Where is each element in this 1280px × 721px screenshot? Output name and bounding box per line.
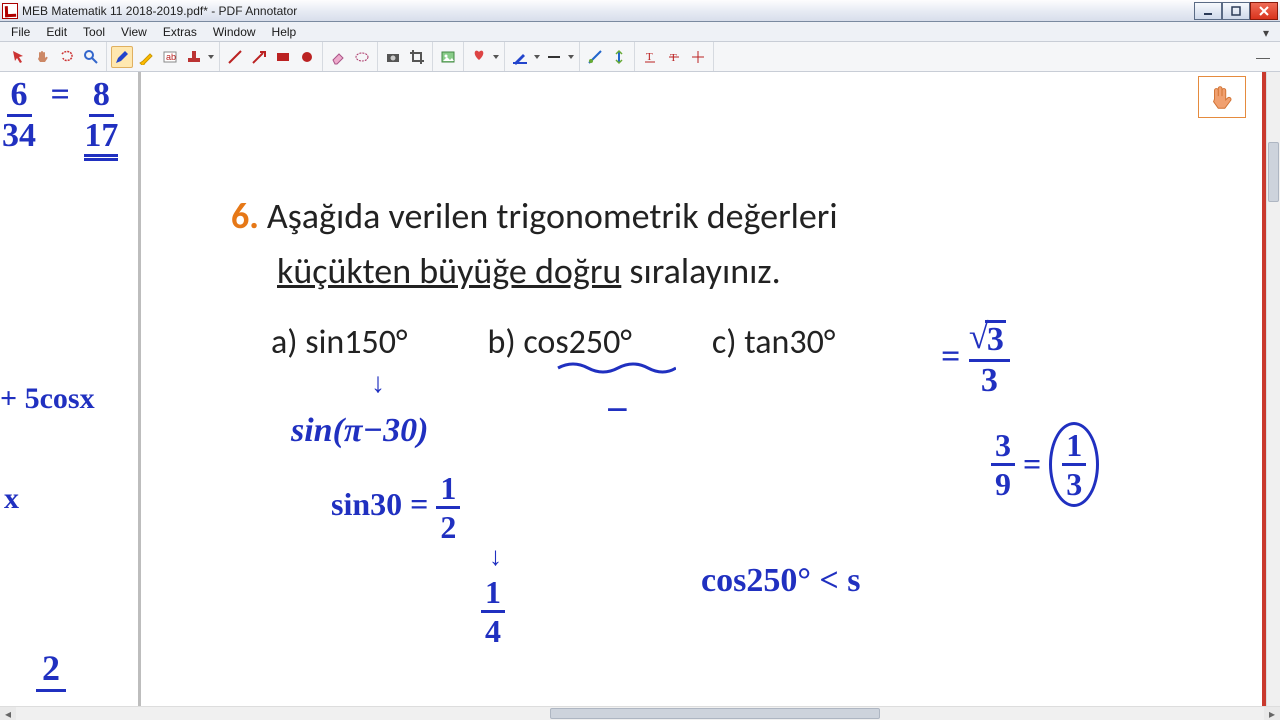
document-page[interactable]: 6.Aşağıda verilen trigonometrik değerler… (141, 72, 1264, 706)
eraser-tool-icon[interactable] (327, 46, 349, 68)
svg-text:T: T (646, 51, 653, 63)
title-bar: MEB Matematik 11 2018-2019.pdf* - PDF An… (0, 0, 1280, 22)
window-title: MEB Matematik 11 2018-2019.pdf* - PDF An… (22, 4, 1194, 18)
hw-text: + 5cosx (0, 382, 95, 416)
horizontal-scrollbar[interactable]: ◂ ▸ (0, 706, 1280, 720)
window-buttons (1194, 2, 1278, 20)
menu-help[interactable]: Help (265, 23, 304, 41)
insert-image-icon[interactable] (437, 46, 459, 68)
text-strike-icon[interactable]: T (663, 46, 685, 68)
problem-options: a) sin150° b) cos250° c) tan30° (271, 322, 1151, 363)
menu-file[interactable]: File (4, 23, 37, 41)
hw-text: − (606, 386, 629, 433)
hw-text: = (51, 76, 70, 113)
pen-color-dropdown-icon[interactable] (533, 55, 541, 59)
option-a: a) sin150° (271, 322, 407, 363)
hw-text: 3 (981, 362, 998, 398)
line-width-dropdown-icon[interactable] (567, 55, 575, 59)
horizontal-scroll-thumb[interactable] (550, 708, 880, 719)
line-tool-icon[interactable] (224, 46, 246, 68)
menu-window[interactable]: Window (206, 23, 263, 41)
hw-text: 2 (440, 509, 456, 543)
highlighter-tool-icon[interactable] (135, 46, 157, 68)
hw-arrow-icon: ↓ (371, 368, 385, 400)
stamp-tool-icon[interactable] (183, 46, 205, 68)
hw-text: 8 (89, 78, 114, 117)
option-b: b) cos250° (487, 322, 631, 363)
stamp-dropdown-icon[interactable] (207, 55, 215, 59)
zoom-tool-icon[interactable] (80, 46, 102, 68)
app-icon (2, 3, 18, 19)
svg-text:ab: ab (166, 52, 176, 62)
hw-text: 9 (995, 466, 1011, 500)
menu-edit[interactable]: Edit (39, 23, 74, 41)
snapshot-icon[interactable] (382, 46, 404, 68)
hw-text: = (1023, 446, 1041, 483)
hw-text: 2 (36, 647, 66, 692)
arrow-tool-icon[interactable] (248, 46, 270, 68)
hw-text: 1 (436, 472, 460, 509)
pan-tool-icon[interactable] (32, 46, 54, 68)
snap-vertical-icon[interactable] (608, 46, 630, 68)
workspace: 634 = 817 + 5cosx x 2 6.Aşağıda verilen … (0, 72, 1280, 706)
hw-text: cos250° < s (701, 562, 861, 600)
menu-overflow-icon[interactable]: ▾ (1256, 24, 1276, 42)
snap-line-icon[interactable] (584, 46, 606, 68)
hw-text: 6 (7, 78, 32, 117)
scroll-right-icon[interactable]: ▸ (1264, 707, 1280, 720)
hw-text: sin30 = (331, 486, 428, 522)
lasso-select-icon[interactable] (56, 46, 78, 68)
menu-bar: File Edit Tool View Extras Window Help ▾ (0, 22, 1280, 42)
scroll-left-icon[interactable]: ◂ (0, 707, 16, 720)
text-tool-icon[interactable]: ab (159, 46, 181, 68)
pen-color-icon[interactable] (509, 46, 531, 68)
maximize-button[interactable] (1222, 2, 1250, 20)
left-page-fragment: 634 = 817 + 5cosx x 2 (0, 72, 140, 706)
favorites-icon[interactable] (468, 46, 490, 68)
text-underline-icon[interactable]: T (639, 46, 661, 68)
svg-text:T: T (670, 52, 677, 64)
hw-text: 3 (991, 429, 1015, 466)
menu-tool[interactable]: Tool (76, 23, 112, 41)
pointer-tool-icon[interactable] (8, 46, 30, 68)
hw-text: sin(π−30) (291, 412, 428, 450)
line-width-icon[interactable] (543, 46, 565, 68)
crosshair-icon[interactable] (687, 46, 709, 68)
problem-number: 6. (231, 194, 259, 238)
close-button[interactable] (1250, 2, 1278, 20)
erase-lasso-icon[interactable] (351, 46, 373, 68)
problem-line1: Aşağıda verilen trigonometrik değerleri (267, 194, 838, 238)
rectangle-tool-icon[interactable] (272, 46, 294, 68)
hw-text: = (941, 338, 960, 375)
pen-tool-icon[interactable] (111, 46, 133, 68)
problem-line2-rest: sıralayınız. (621, 249, 780, 293)
hw-text: 1 (481, 576, 505, 613)
toolbar-overflow-icon[interactable]: — (1256, 49, 1276, 65)
problem-text: 6.Aşağıda verilen trigonometrik değerler… (231, 192, 1131, 295)
favorites-dropdown-icon[interactable] (492, 55, 500, 59)
gesture-indicator-icon (1198, 76, 1246, 118)
option-c: c) tan30° (712, 322, 835, 363)
toolbar: ab T T — (0, 42, 1280, 72)
hw-text: 3 (1066, 466, 1082, 500)
menu-extras[interactable]: Extras (156, 23, 204, 41)
vertical-scroll-thumb[interactable] (1268, 142, 1279, 202)
hw-underline-icon (556, 360, 676, 378)
hw-text: x (4, 482, 19, 516)
hw-text: 34 (2, 117, 36, 153)
vertical-scrollbar[interactable] (1266, 72, 1280, 706)
problem-line2-underlined: küçükten büyüğe doğru (277, 249, 621, 293)
crop-icon[interactable] (406, 46, 428, 68)
ellipse-tool-icon[interactable] (296, 46, 318, 68)
hw-text: 1 (1062, 429, 1086, 466)
minimize-button[interactable] (1194, 2, 1222, 20)
hw-text: 4 (485, 613, 501, 647)
hw-arrow-icon: ↓ (489, 542, 502, 572)
hw-text: 17 (84, 117, 118, 153)
menu-view[interactable]: View (114, 23, 154, 41)
